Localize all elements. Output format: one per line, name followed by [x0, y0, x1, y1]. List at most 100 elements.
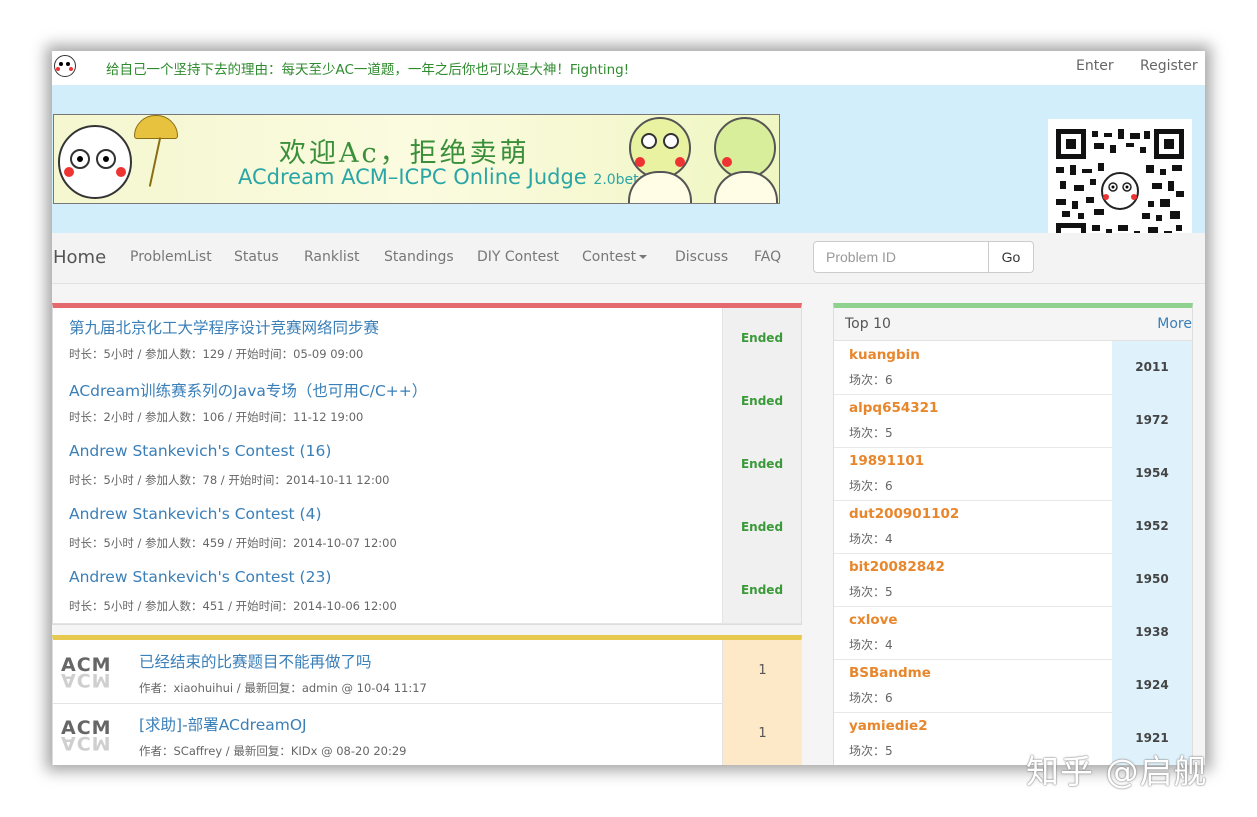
doll-icon [714, 117, 776, 179]
reply-count: 1 [758, 726, 767, 741]
ranking-username-link[interactable]: dut200901102 [849, 506, 959, 522]
ranking-username-link[interactable]: BSBandme [849, 665, 931, 681]
status-badge: Ended [740, 331, 784, 345]
ranking-username-link[interactable]: cxlove [849, 612, 898, 628]
nav-contest-dropdown[interactable]: Contest [582, 249, 648, 265]
rating-cell: 2011 [1112, 341, 1192, 394]
rating-value: 1954 [1135, 466, 1169, 480]
nav-status[interactable]: Status [234, 249, 279, 265]
rating-value: 2011 [1135, 360, 1169, 374]
discussion-title-link[interactable]: [求助]-部署ACdreamOJ [139, 713, 307, 735]
discussion-list-panel: ACM ACM 已经结束的比赛题目不能再做了吗 作者：xiaohuihui / 最… [52, 635, 802, 765]
ranking-contest-count: 场次：6 [849, 479, 893, 493]
rating-cell: 1952 [1112, 500, 1192, 553]
umbrella-icon [134, 115, 178, 139]
status-badge: Ended [740, 583, 784, 597]
contest-title-link[interactable]: Andrew Stankevich's Contest (4) [69, 505, 322, 523]
contest-row: Andrew Stankevich's Contest (4) 时长：5小时 /… [53, 497, 801, 561]
top10-panel: Top 10 More kuangbin 场次：6 2011 alpq65432… [833, 303, 1193, 765]
motto-text: 给自己一个坚持下去的理由：每天至少AC一道题，一年之后你也可以是大神！Fight… [106, 62, 630, 78]
contest-row: Andrew Stankevich's Contest (16) 时长：5小时 … [53, 434, 801, 498]
nav-ranklist[interactable]: Ranklist [304, 249, 360, 265]
ranking-username-link[interactable]: alpq654321 [849, 400, 938, 416]
discussion-meta: 作者：SCaffrey / 最新回复：KIDx @ 08-20 20:29 [139, 744, 407, 758]
more-link[interactable]: More [1157, 316, 1192, 332]
ranking-username-link[interactable]: 19891101 [849, 453, 924, 469]
contest-title-link[interactable]: Andrew Stankevich's Contest (23) [69, 568, 331, 586]
ranking-contest-count: 场次：5 [849, 585, 893, 599]
nav-standings[interactable]: Standings [384, 249, 454, 265]
doll-icon [629, 117, 691, 179]
contest-meta: 时长：2小时 / 参加人数：106 / 开始时间：11-12 19:00 [69, 410, 364, 424]
rating-value: 1950 [1135, 572, 1169, 586]
ranking-row: alpq654321 场次：5 1972 [834, 394, 1192, 448]
ranking-row: cxlove 场次：4 1938 [834, 606, 1192, 660]
nav-diy-contest[interactable]: DIY Contest [477, 249, 559, 265]
rating-cell: 1938 [1112, 606, 1192, 659]
ranking-username-link[interactable]: bit20082842 [849, 559, 945, 575]
ranking-row: BSBandme 场次：6 1924 [834, 659, 1192, 713]
problem-id-input[interactable] [813, 241, 989, 273]
site-banner[interactable]: 欢迎Ac，拒绝卖萌 ACdream ACM–ICPC Online Judge … [53, 114, 780, 204]
contest-row: 第九届北京化工大学程序设计竞赛网络同步赛 时长：5小时 / 参加人数：129 /… [53, 308, 801, 372]
ranking-contest-count: 场次：4 [849, 638, 893, 652]
ranking-contest-count: 场次：4 [849, 532, 893, 546]
reply-count-cell: 1 [722, 640, 802, 703]
contest-title-link[interactable]: Andrew Stankevich's Contest (16) [69, 442, 331, 460]
status-badge: Ended [740, 394, 784, 408]
rating-cell: 1950 [1112, 553, 1192, 606]
top10-heading: Top 10 [845, 316, 891, 332]
ranking-contest-count: 场次：6 [849, 373, 893, 387]
nav-problemlist[interactable]: ProblemList [130, 249, 212, 265]
browser-page: 给自己一个坚持下去的理由：每天至少AC一道题，一年之后你也可以是大神！Fight… [52, 51, 1205, 765]
contest-title-link[interactable]: ACdream训练赛系列のJava专场（也可用C/C++） [69, 379, 427, 401]
nav-contest-label: Contest [582, 249, 637, 265]
contest-list-panel: 第九届北京化工大学程序设计竞赛网络同步赛 时长：5小时 / 参加人数：129 /… [52, 303, 802, 625]
panda-logo-icon [54, 55, 76, 77]
contest-status-cell: Ended [723, 434, 801, 497]
contest-title-link[interactable]: 第九届北京化工大学程序设计竞赛网络同步赛 [69, 316, 379, 338]
register-link[interactable]: Register [1140, 58, 1198, 74]
contest-meta: 时长：5小时 / 参加人数：459 / 开始时间：2014-10-07 12:0… [69, 536, 397, 550]
status-badge: Ended [740, 457, 784, 471]
rating-value: 1938 [1135, 625, 1169, 639]
rating-value: 1924 [1135, 678, 1169, 692]
acm-logo-icon: ACM ACM [61, 654, 112, 691]
top10-header: Top 10 More [834, 308, 1192, 341]
contest-meta: 时长：5小时 / 参加人数：78 / 开始时间：2014-10-11 12:00 [69, 473, 390, 487]
discussion-row: ACM ACM 已经结束的比赛题目不能再做了吗 作者：xiaohuihui / 最… [53, 640, 802, 704]
nav-discuss[interactable]: Discuss [675, 249, 728, 265]
acm-logo-icon: ACM ACM [61, 717, 112, 754]
contest-row: Andrew Stankevich's Contest (23) 时长：5小时 … [53, 560, 801, 624]
rating-value: 1972 [1135, 413, 1169, 427]
top-bar: 给自己一个坚持下去的理由：每天至少AC一道题，一年之后你也可以是大神！Fight… [52, 51, 1205, 85]
rating-value: 1921 [1135, 731, 1169, 745]
ranking-username-link[interactable]: yamiedie2 [849, 718, 928, 734]
caret-down-icon [639, 255, 648, 259]
reply-count: 1 [758, 663, 767, 678]
go-button[interactable]: Go [989, 241, 1034, 273]
contest-status-cell: Ended [723, 560, 801, 623]
cartoon-face-icon [58, 125, 132, 199]
contest-row: ACdream训练赛系列のJava专场（也可用C/C++） 时长：2小时 / 参… [53, 371, 801, 435]
watermark-text: 知乎 @启舰 [1026, 752, 1208, 791]
reply-count-cell: 1 [722, 703, 802, 765]
banner-subtitle: ACdream ACM–ICPC Online Judge 2.0beta [238, 165, 648, 189]
status-badge: Ended [740, 520, 784, 534]
ranking-row: bit20082842 场次：5 1950 [834, 553, 1192, 607]
contest-meta: 时长：5小时 / 参加人数：451 / 开始时间：2014-10-06 12:0… [69, 599, 397, 613]
ranking-row: dut200901102 场次：4 1952 [834, 500, 1192, 554]
enter-link[interactable]: Enter [1076, 58, 1114, 74]
ranking-contest-count: 场次：6 [849, 691, 893, 705]
nav-faq[interactable]: FAQ [754, 249, 781, 265]
contest-status-cell: Ended [723, 371, 801, 434]
nav-home[interactable]: Home [53, 247, 106, 268]
rating-cell: 1972 [1112, 394, 1192, 447]
discussion-title-link[interactable]: 已经结束的比赛题目不能再做了吗 [139, 650, 372, 672]
main-navbar: Home ProblemList Status Ranklist Standin… [52, 233, 1205, 284]
contest-meta: 时长：5小时 / 参加人数：129 / 开始时间：05-09 09:00 [69, 347, 364, 361]
ranking-row: kuangbin 场次：6 2011 [834, 341, 1192, 395]
ranking-username-link[interactable]: kuangbin [849, 347, 920, 363]
contest-status-cell: Ended [723, 308, 801, 371]
header-banner-area: 欢迎Ac，拒绝卖萌 ACdream ACM–ICPC Online Judge … [52, 85, 1205, 264]
